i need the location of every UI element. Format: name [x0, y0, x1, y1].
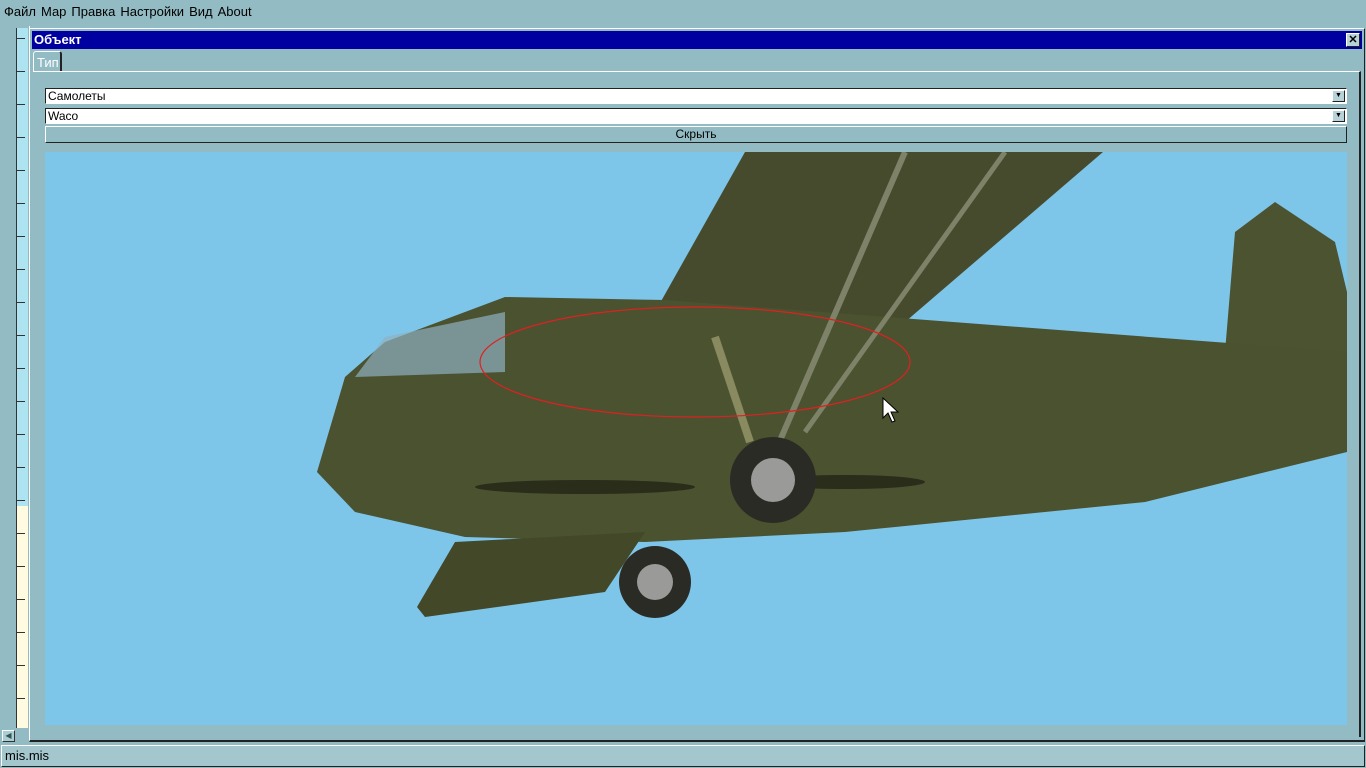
map-ruler [16, 28, 28, 728]
ruler-tick [17, 236, 25, 237]
3d-model-viewport[interactable] [45, 152, 1347, 725]
tab-type[interactable]: Тип [33, 51, 62, 72]
ruler-tick [17, 368, 25, 369]
category-select-value: Самолеты [48, 89, 106, 103]
ruler-tick [17, 566, 25, 567]
ruler-tick [17, 203, 25, 204]
skid [475, 480, 695, 494]
cockpit-glass [355, 312, 505, 377]
menu-view[interactable]: Вид [189, 4, 213, 19]
map-ruler-cream [17, 506, 28, 728]
menu-bar: Файл Мар Правка Настройки Вид About [0, 0, 1366, 22]
menu-about[interactable]: About [218, 4, 252, 19]
hide-button[interactable]: Скрыть [45, 126, 1347, 143]
chevron-down-icon[interactable]: ▼ [1332, 110, 1345, 122]
status-filename: mis.mis [5, 748, 50, 763]
upper-wing [655, 152, 1103, 322]
category-select[interactable]: Самолеты ▼ [45, 88, 1347, 104]
menu-file[interactable]: Файл [4, 4, 36, 19]
ruler-tick [17, 665, 25, 666]
lower-wing [417, 532, 645, 617]
object-select-value: Waco [48, 109, 79, 123]
ruler-tick [17, 170, 25, 171]
ruler-tick [17, 632, 25, 633]
ruler-tick [17, 698, 25, 699]
ruler-tick [17, 71, 25, 72]
ruler-tick [17, 38, 25, 39]
close-icon[interactable]: ✕ [1346, 33, 1360, 47]
menu-settings[interactable]: Настройки [120, 4, 184, 19]
ruler-tick [17, 302, 25, 303]
ruler-tick [17, 500, 25, 501]
ruler-tick [17, 104, 25, 105]
aircraft-model-render [317, 152, 1347, 618]
ruler-tick [17, 335, 25, 336]
ruler-tick [17, 599, 25, 600]
object-select[interactable]: Waco ▼ [45, 108, 1347, 124]
ruler-tick [17, 401, 25, 402]
ruler-tick [17, 269, 25, 270]
window-titlebar[interactable]: Объект ✕ [32, 31, 1362, 49]
ruler-tick [17, 137, 25, 138]
window-title: Объект [34, 32, 82, 47]
chevron-down-icon[interactable]: ▼ [1332, 90, 1345, 102]
status-bar: mis.mis [1, 745, 1365, 767]
ruler-tick [17, 434, 25, 435]
menu-map[interactable]: Мар [41, 4, 66, 19]
ruler-tick [17, 467, 25, 468]
ruler-tick [17, 533, 25, 534]
menu-edit[interactable]: Правка [71, 4, 115, 19]
scroll-left-button[interactable]: ◀ [2, 730, 15, 742]
